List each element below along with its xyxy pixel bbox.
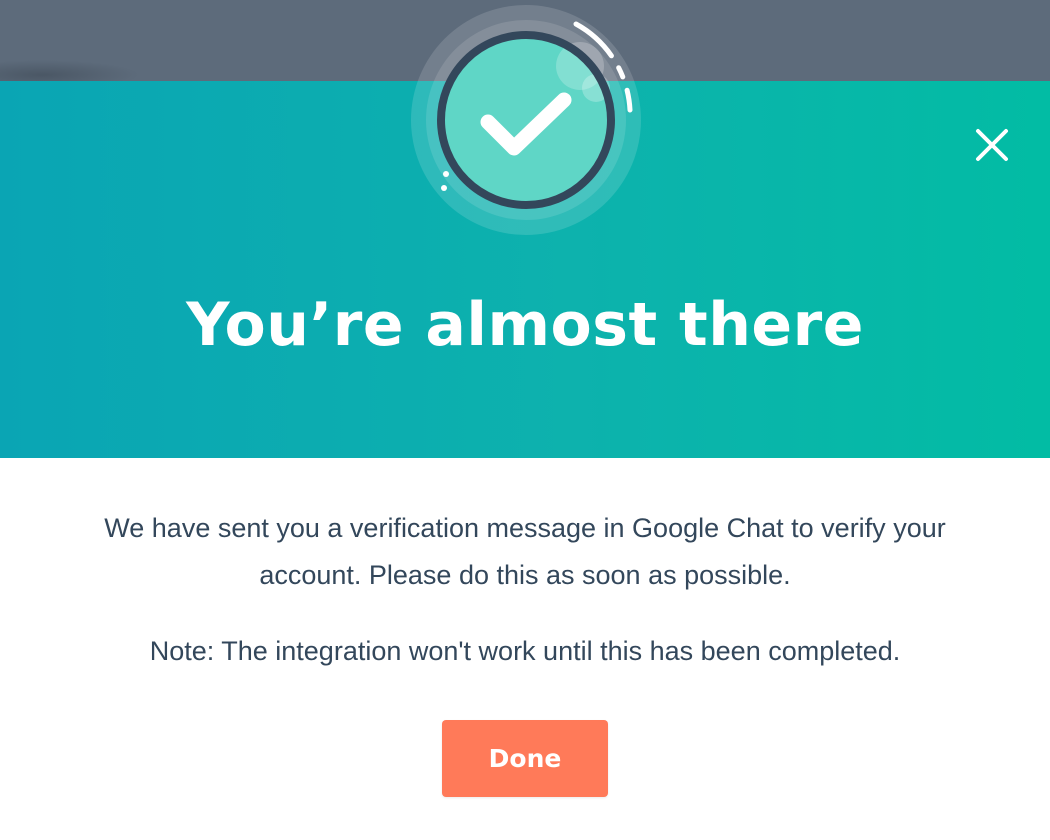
checkmark-icon: [411, 5, 641, 235]
verification-message: We have sent you a verification message …: [104, 513, 946, 590]
dialog-title: You’re almost there: [186, 290, 864, 360]
close-button[interactable]: [970, 123, 1014, 167]
done-button[interactable]: Done: [442, 720, 608, 797]
integration-note: Note: The integration won't work until t…: [149, 636, 901, 666]
close-icon: [976, 129, 1008, 161]
